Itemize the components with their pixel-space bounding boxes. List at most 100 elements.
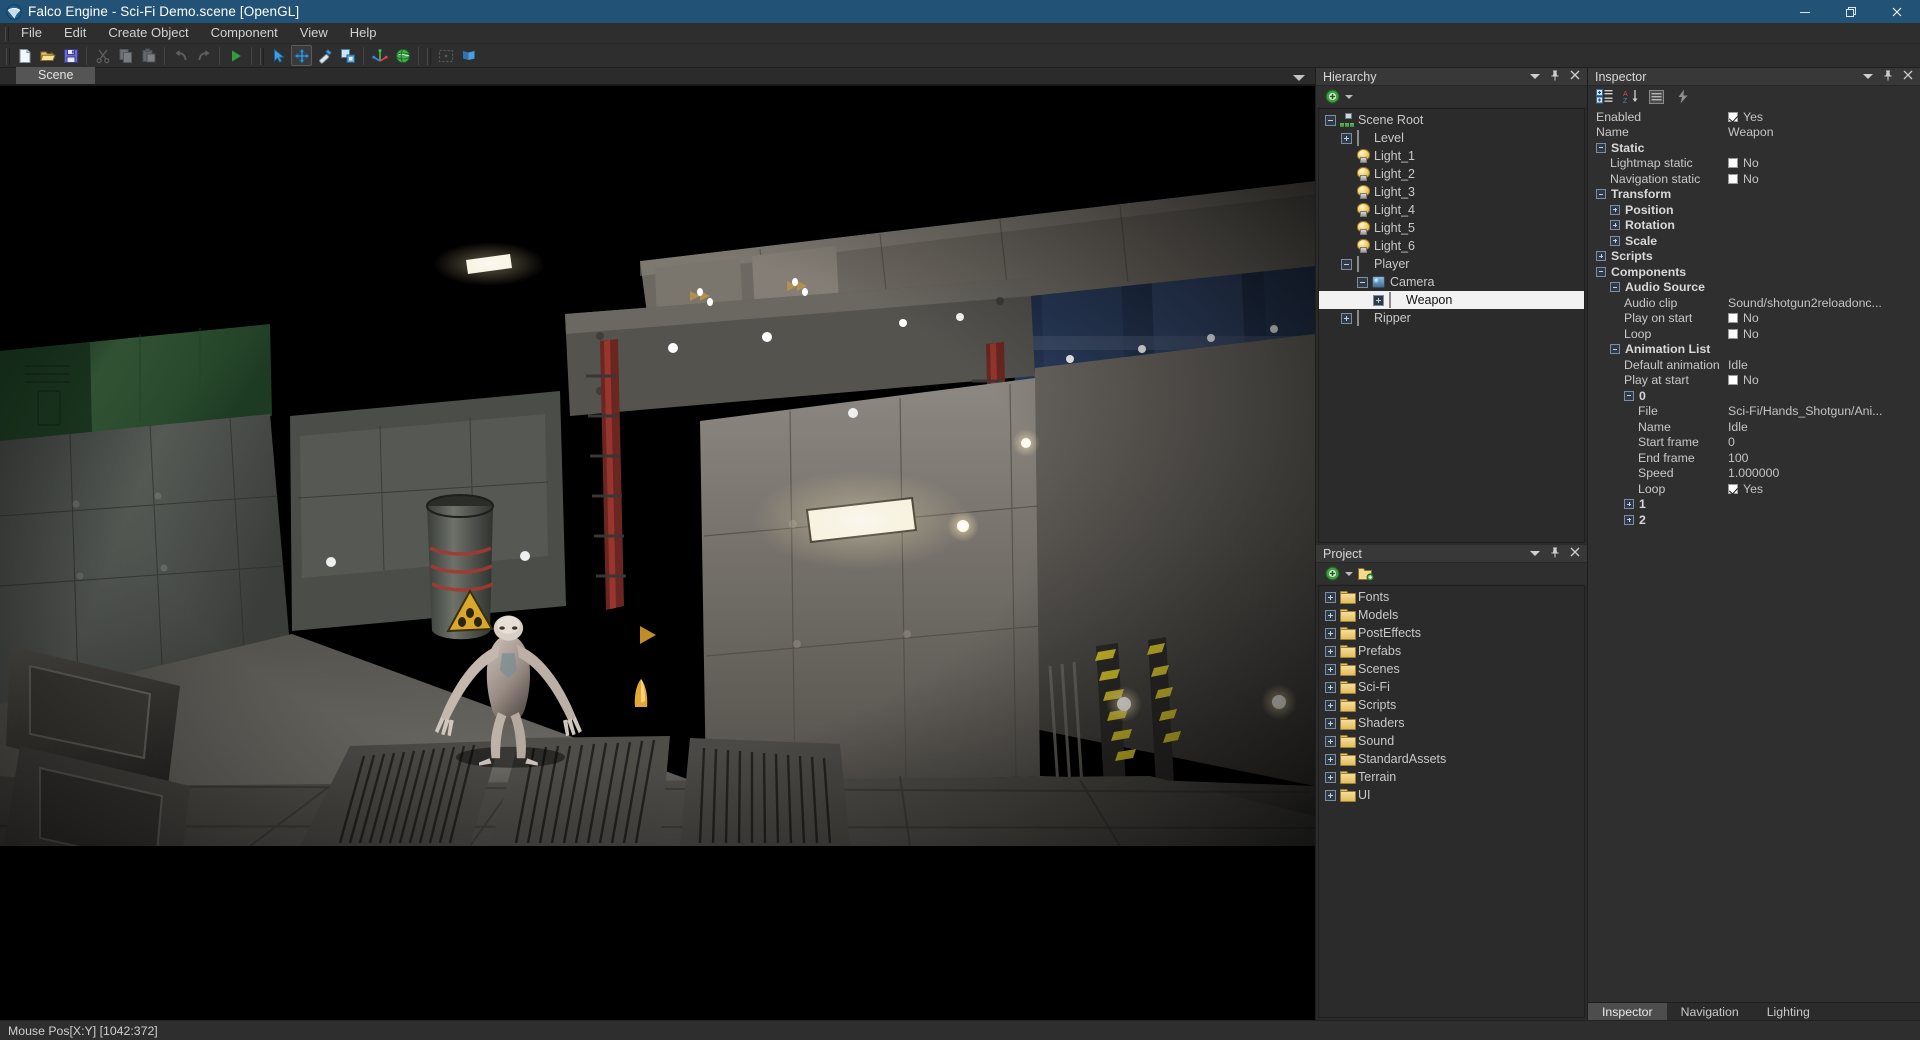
marquee-select-icon[interactable] [435, 45, 456, 66]
inspector-property-value[interactable]: No [1728, 311, 1759, 325]
lightning-bolt-icon[interactable] [1674, 88, 1691, 105]
flag-icon[interactable] [458, 45, 479, 66]
checkbox-lightmap-static[interactable] [1728, 158, 1738, 169]
hierarchy-item-light-3[interactable]: Light_3 [1319, 183, 1584, 201]
inspector-menu-chevron-down-icon[interactable] [1863, 74, 1873, 79]
axis-gizmo-icon[interactable] [369, 45, 390, 66]
hierarchy-item-level[interactable]: Level [1319, 129, 1584, 147]
toolbar-grip-2[interactable] [258, 47, 265, 65]
inspector-row-transform-group[interactable]: Transform [1588, 187, 1920, 203]
project-folder-sound[interactable]: Sound [1319, 732, 1584, 750]
expand-plus-icon[interactable] [1341, 312, 1352, 324]
expand-plus-icon[interactable] [1325, 609, 1336, 621]
inspector-row-animation-0[interactable]: 0 [1588, 388, 1920, 404]
project-folder-models[interactable]: Models [1319, 606, 1584, 624]
project-folder-ui[interactable]: UI [1319, 786, 1584, 804]
hierarchy-menu-chevron-down-icon[interactable] [1530, 74, 1540, 79]
menu-grip[interactable] [2, 26, 10, 41]
expand-plus-icon[interactable] [1325, 591, 1336, 603]
copy-icon[interactable] [115, 45, 136, 66]
inspector-row-anim-file[interactable]: File Sci-Fi/Hands_Shotgun/Ani... [1588, 404, 1920, 420]
inspector-row-components-group[interactable]: Components [1588, 264, 1920, 280]
inspector-properties[interactable]: Enabled Yes Name Weapon Static Lightmap stati… [1588, 107, 1920, 1002]
hierarchy-tree[interactable]: Scene Root Level Light_1 Light_2 Light_3 Ligh… [1318, 108, 1585, 543]
checkbox-play-at-start[interactable] [1728, 375, 1738, 386]
collapse-minus-icon[interactable] [1624, 390, 1634, 401]
collapse-minus-icon[interactable] [1596, 266, 1606, 277]
expand-plus-icon[interactable] [1610, 220, 1620, 231]
checkbox-audio-loop[interactable] [1728, 328, 1738, 339]
project-folder-terrain[interactable]: Terrain [1319, 768, 1584, 786]
inspector-property-value[interactable]: No [1728, 172, 1759, 186]
inspector-row-navigation-static[interactable]: Navigation static No [1588, 171, 1920, 187]
expand-plus-icon[interactable] [1325, 771, 1336, 783]
inspector-row-animation-1[interactable]: 1 [1588, 497, 1920, 513]
scissors-icon[interactable] [92, 45, 113, 66]
add-object-chevron-down-icon[interactable] [1345, 94, 1353, 99]
inspector-property-value[interactable]: Sound/shotgun2reloadonc... [1728, 296, 1882, 310]
menu-component[interactable]: Component [200, 23, 289, 43]
expand-plus-icon[interactable] [1624, 514, 1634, 525]
hierarchy-item-light-5[interactable]: Light_5 [1319, 219, 1584, 237]
add-green-circle-icon[interactable] [1324, 565, 1341, 582]
toolbar-grip-3[interactable] [425, 47, 432, 65]
inspector-row-enabled[interactable]: Enabled Yes [1588, 109, 1920, 125]
collapse-minus-icon[interactable] [1596, 142, 1606, 153]
inspector-property-value[interactable]: 1.000000 [1728, 466, 1779, 480]
expand-plus-icon[interactable] [1325, 645, 1336, 657]
undo-arrow-icon[interactable] [170, 45, 191, 66]
inspector-row-scale[interactable]: Scale [1588, 233, 1920, 249]
inspector-row-anim-end-frame[interactable]: End frame 100 [1588, 450, 1920, 466]
expand-plus-icon[interactable] [1325, 627, 1336, 639]
inspector-row-anim-start-frame[interactable]: Start frame 0 [1588, 435, 1920, 451]
inspector-row-audio-loop[interactable]: Loop No [1588, 326, 1920, 342]
maximize-button[interactable] [1828, 0, 1874, 23]
inspector-row-anim-name[interactable]: Name Idle [1588, 419, 1920, 435]
menu-edit[interactable]: Edit [53, 23, 97, 43]
expand-plus-icon[interactable] [1624, 499, 1634, 510]
collapse-minus-icon[interactable] [1596, 189, 1606, 200]
inspector-property-value[interactable]: Yes [1728, 110, 1763, 124]
bottom-tab-navigation[interactable]: Navigation [1667, 1003, 1753, 1020]
checkbox-enabled[interactable] [1728, 111, 1738, 122]
inspector-row-scripts-group[interactable]: Scripts [1588, 249, 1920, 265]
tab-scene[interactable]: Scene [16, 67, 96, 84]
checkbox-anim-loop[interactable] [1728, 483, 1738, 494]
inspector-property-value[interactable]: Idle [1728, 420, 1748, 434]
scale-tool-icon[interactable] [337, 45, 358, 66]
expand-plus-icon[interactable] [1610, 204, 1620, 215]
hierarchy-item-player[interactable]: Player [1319, 255, 1584, 273]
list-view-icon[interactable] [1648, 88, 1665, 105]
hierarchy-item-light-6[interactable]: Light_6 [1319, 237, 1584, 255]
floppy-save-icon[interactable] [60, 45, 81, 66]
project-folder-prefabs[interactable]: Prefabs [1319, 642, 1584, 660]
inspector-row-position[interactable]: Position [1588, 202, 1920, 218]
expand-plus-icon[interactable] [1341, 132, 1352, 144]
hierarchy-item-light-4[interactable]: Light_4 [1319, 201, 1584, 219]
scene-viewport[interactable] [0, 85, 1315, 1020]
inspector-row-animation-list-group[interactable]: Animation List [1588, 342, 1920, 358]
inspector-close-icon[interactable] [1902, 70, 1913, 83]
inspector-row-object-name[interactable]: Name Weapon [1588, 125, 1920, 141]
hierarchy-close-icon[interactable] [1569, 70, 1580, 83]
expand-plus-icon[interactable] [1325, 735, 1336, 747]
chevron-down-icon[interactable] [1293, 75, 1305, 81]
project-pin-icon[interactable] [1549, 547, 1560, 561]
globe-icon[interactable] [392, 45, 413, 66]
hierarchy-item-camera[interactable]: Camera [1319, 273, 1584, 291]
inspector-property-value[interactable]: 100 [1728, 451, 1749, 465]
add-component-list-icon[interactable] [1596, 88, 1613, 105]
new-folder-icon[interactable] [1357, 565, 1374, 582]
hierarchy-item-scene-root[interactable]: Scene Root [1319, 111, 1584, 129]
expand-plus-icon[interactable] [1325, 663, 1336, 675]
paste-icon[interactable] [138, 45, 159, 66]
open-folder-icon[interactable] [37, 45, 58, 66]
project-folder-sci-fi[interactable]: Sci-Fi [1319, 678, 1584, 696]
project-folder-scenes[interactable]: Scenes [1319, 660, 1584, 678]
cursor-arrow-icon[interactable] [268, 45, 289, 66]
checkbox-navigation-static[interactable] [1728, 173, 1738, 184]
inspector-pin-icon[interactable] [1882, 70, 1893, 84]
inspector-property-value[interactable]: No [1728, 156, 1759, 170]
inspector-property-value[interactable]: No [1728, 327, 1759, 341]
expand-plus-icon[interactable] [1325, 789, 1336, 801]
